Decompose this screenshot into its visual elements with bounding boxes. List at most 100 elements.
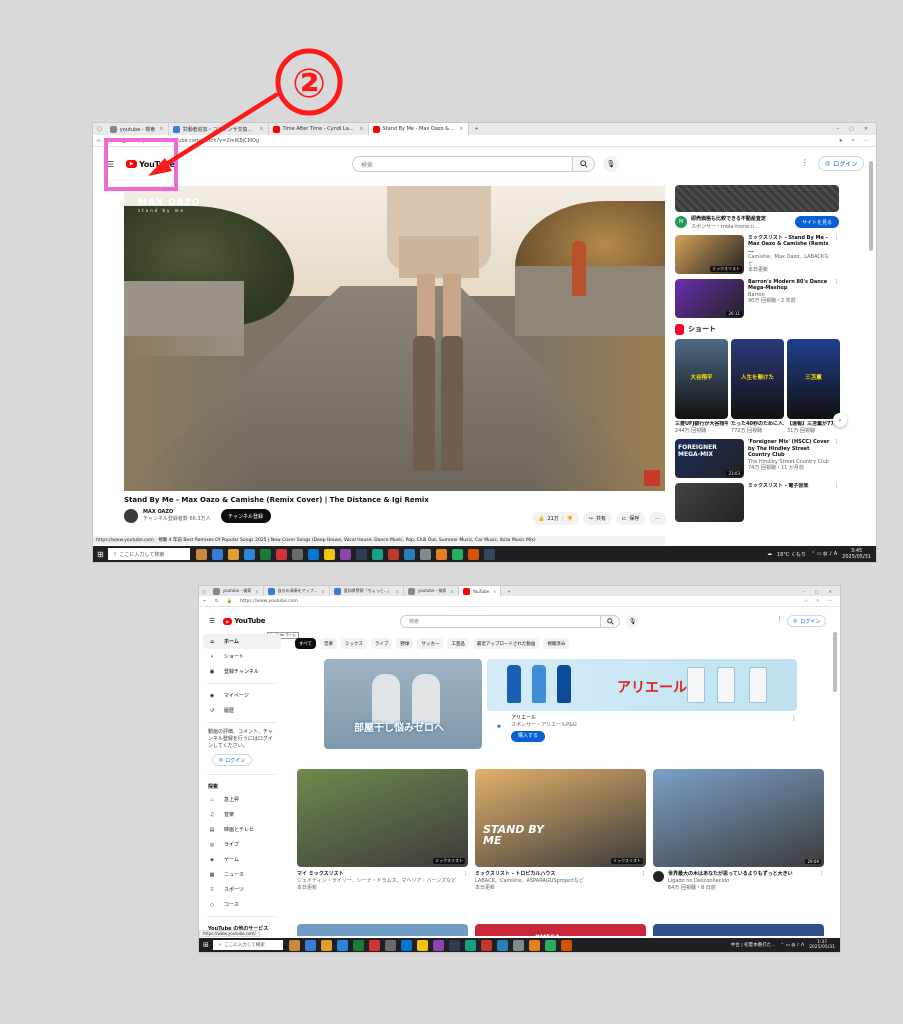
video-title[interactable]: マイ ミックスリスト [297,871,456,878]
tab-close-icon[interactable]: × [493,589,496,594]
channel-name[interactable]: MAX OAZO [143,509,211,516]
sidebar-item[interactable]: ⚡ ショート [199,649,285,664]
tab-close-icon[interactable]: × [321,589,324,594]
tray-icons[interactable]: ⌃ ▭ ◍ ♪ A [811,551,837,557]
taskbar-search[interactable]: ⌕ ここに入力して検索 [212,940,283,950]
weather-text[interactable]: 中台 | 初夏本番打た... [731,942,776,948]
taskbar-app-icon[interactable] [339,548,351,560]
search-input[interactable]: 検索 [400,615,600,628]
taskbar-app-icon[interactable] [355,548,367,560]
video-thumbnail[interactable]: ミックスリスト [297,769,468,867]
browser-tab[interactable]: youtube - 検索 × [209,586,264,596]
taskbar-app-icon[interactable] [243,548,255,560]
video-title[interactable]: 'Foreigner Mix' (HSCC) Cover by The Hind… [748,439,832,459]
video-more-icon[interactable]: ⋮ [463,871,468,891]
tab-actions-icon[interactable]: ▢ [93,126,106,132]
weather-text[interactable]: 18°C くもり [777,551,806,558]
sidebar-login-button[interactable]: ◎ ログイン [212,754,252,767]
video-card[interactable]: ミックスリスト マイ ミックスリスト ジェイディン・ライリー、シーナ・ドラムス、マヘ… [297,769,468,891]
sidebar-item[interactable]: ◉ マイページ [199,688,285,703]
video-thumbnail[interactable]: OMEGA [475,924,646,941]
buy-button[interactable]: 購入する [511,731,545,742]
channel-avatar[interactable] [653,871,664,882]
ad-right-image[interactable]: アリエール [487,659,797,711]
tab-close-icon[interactable]: × [255,589,258,594]
filter-chip[interactable]: すべて [295,638,317,649]
taskbar-app-icon[interactable] [387,548,399,560]
short-thumbnail[interactable]: 三苫薫 [787,338,840,419]
taskbar-app-icon[interactable] [304,939,316,951]
short-video[interactable]: 人生を懸けた たった40秒のために人... 772万 回視聴 [731,338,784,434]
taskbar-app-icon[interactable] [467,548,479,560]
taskbar-search[interactable]: ⌕ ここに入力して検索 [107,548,190,560]
sidebar-item[interactable]: ▦ ニュース [199,867,285,882]
video-card[interactable]: 29:09 世界最大の木はあなたが思っているよりもずっと大きい Ligado no … [653,769,824,891]
short-thumbnail[interactable]: 大谷翔平 [675,338,728,419]
maximize-icon[interactable]: ▢ [815,589,819,594]
channel-watermark[interactable] [644,470,660,486]
ad-visit-button[interactable]: サイトを見る [795,216,839,228]
description-bar[interactable]: https://www.youtube.com 視聴 4 年前 Best Rem… [93,536,665,545]
taskbar-app-icon[interactable] [336,939,348,951]
sidebar-item[interactable]: ↺ 履歴 [199,703,285,718]
minimize-icon[interactable]: – [837,126,840,132]
mic-icon[interactable]: 🎙 [626,615,639,628]
recommended-video[interactable]: ミックスリスト ミックスリスト - Stand By Me - Max Oazo … [675,234,839,274]
subscribe-button[interactable]: チャンネル登録 [220,509,271,523]
url-field[interactable]: https://www.youtube.com [240,599,298,604]
more-options-icon[interactable]: ⋮ [776,615,783,623]
video-more-icon[interactable]: ⋮ [641,871,646,891]
taskbar-app-icon[interactable] [544,939,556,951]
short-thumbnail[interactable]: 人生を懸けた [731,338,784,419]
clock[interactable]: 3:45 2025/05/31 [842,548,871,560]
recommended-video[interactable]: FOREIGNER MEGA-MIX 23:03 'Foreigner Mix' (… [675,439,839,478]
taskbar-app-icon[interactable] [451,548,463,560]
browser-tab[interactable]: 愛知県警察「ちょっと...」 × [330,586,404,596]
browser-tab[interactable]: youtube - 検索 × [404,586,459,596]
video-thumbnail[interactable]: FOREIGNER MEGA-MIX 23:03 [675,439,744,478]
mic-icon[interactable]: 🎙 [603,156,619,172]
recommended-video[interactable]: 26:11 Barron's Modern 80's Dance Mega-Mas… [675,278,839,318]
minimize-icon[interactable]: – [803,589,805,594]
sidebar-item[interactable]: ◎ ライブ [199,837,285,852]
video-more-icon[interactable]: ⋮ [819,871,824,891]
video-more-icon[interactable]: ⋮ [834,483,839,522]
login-button[interactable]: ◎ ログイン [787,615,827,627]
taskbar-app-icon[interactable] [419,548,431,560]
menu-icon[interactable]: ··· [863,138,868,144]
menu-icon[interactable]: ··· [828,599,832,604]
star-icon[interactable]: ☆ [804,599,808,604]
ad-video-left[interactable]: 部屋干し悩みゼロへ [324,659,482,749]
recommended-video[interactable]: ミックスリスト - 電子音楽 ⋮ [675,483,839,522]
sidebar-item[interactable]: ▣ 登録チャンネル [199,664,285,679]
taskbar-app-icon[interactable] [195,548,207,560]
tab-close-icon[interactable]: × [159,126,163,132]
filter-chip[interactable]: 野球 [396,638,414,649]
tab-close-icon[interactable]: × [259,126,263,132]
taskbar-app-icon[interactable] [288,939,300,951]
ad-banner[interactable] [675,185,839,212]
taskbar-app-icon[interactable] [307,548,319,560]
ad-more-icon[interactable]: ⋮ [791,715,797,722]
maximize-icon[interactable]: ▢ [849,126,854,132]
taskbar-app-icon[interactable] [483,548,495,560]
tab-close-icon[interactable]: × [450,589,453,594]
taskbar-app-icon[interactable] [400,939,412,951]
taskbar-app-icon[interactable] [323,548,335,560]
video-more-icon[interactable]: ⋮ [834,439,839,478]
video-title[interactable]: ミックスリスト - トロピカルハウス [475,871,584,878]
video-player[interactable]: MAX OAZO stand by me [124,186,665,491]
taskbar-app-icon[interactable] [528,939,540,951]
taskbar-app-icon[interactable] [432,939,444,951]
taskbar-app-icon[interactable] [560,939,572,951]
video-more-icon[interactable]: ⋮ [834,279,839,318]
channel-avatar[interactable] [124,509,138,523]
video-thumbnail[interactable] [653,924,824,936]
video-thumbnail[interactable] [675,483,744,522]
tab-close-icon[interactable]: × [359,126,363,132]
video-title[interactable]: 世界最大の木はあなたが思っているよりもずっと大きい [668,871,793,878]
video-title[interactable]: ミックスリスト - Stand By Me - Max Oazo & Camis… [748,235,832,255]
video-thumbnail[interactable]: 29:09 [653,769,824,867]
hamburger-icon[interactable]: ☰ [209,617,215,625]
video-title[interactable]: ミックスリスト - 電子音楽 [748,483,832,490]
